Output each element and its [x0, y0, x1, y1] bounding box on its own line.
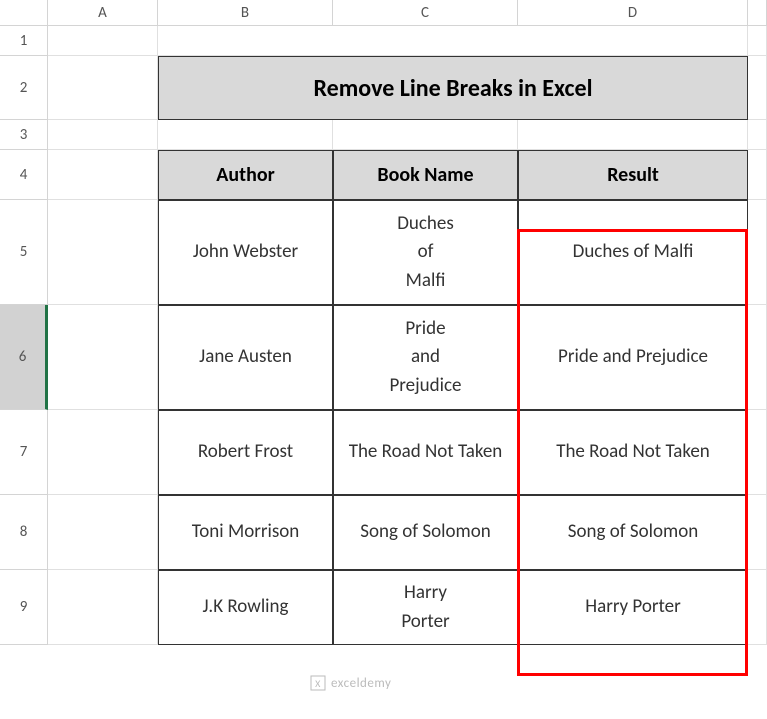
- cell-b1-d1[interactable]: [158, 26, 748, 56]
- cell-e9[interactable]: [748, 570, 767, 645]
- row-header-2[interactable]: 2: [0, 56, 48, 120]
- cell-d7-result[interactable]: The Road Not Taken: [518, 410, 748, 495]
- spreadsheet-grid: A B C D 1 2 Remove Line Breaks in Excel …: [0, 0, 767, 645]
- cell-d6-result[interactable]: Pride and Prejudice: [518, 305, 748, 410]
- watermark-icon: X: [310, 675, 326, 691]
- cell-a1[interactable]: [48, 26, 158, 56]
- cell-b7-author[interactable]: Robert Frost: [158, 410, 333, 495]
- cell-c6-bookname[interactable]: Pride and Prejudice: [333, 305, 518, 410]
- row-header-7[interactable]: 7: [0, 410, 48, 495]
- row-header-3[interactable]: 3: [0, 120, 48, 150]
- cell-e2[interactable]: [748, 56, 767, 120]
- cell-e8[interactable]: [748, 495, 767, 570]
- header-author[interactable]: Author: [158, 150, 333, 200]
- cell-b8-author[interactable]: Toni Morrison: [158, 495, 333, 570]
- cell-e4[interactable]: [748, 150, 767, 200]
- cell-b5-author[interactable]: John Webster: [158, 200, 333, 305]
- cell-c3[interactable]: [333, 120, 518, 150]
- cell-a6[interactable]: [48, 305, 158, 410]
- cell-b9-author[interactable]: J.K Rowling: [158, 570, 333, 645]
- cell-a5[interactable]: [48, 200, 158, 305]
- cell-d9-result[interactable]: Harry Porter: [518, 570, 748, 645]
- cell-c5-bookname[interactable]: Duches of Malfi: [333, 200, 518, 305]
- cell-a7[interactable]: [48, 410, 158, 495]
- cell-b6-author[interactable]: Jane Austen: [158, 305, 333, 410]
- cell-e5[interactable]: [748, 200, 767, 305]
- cell-b3[interactable]: [158, 120, 333, 150]
- cell-a8[interactable]: [48, 495, 158, 570]
- row-header-6[interactable]: 6: [0, 305, 48, 410]
- cell-a2[interactable]: [48, 56, 158, 120]
- col-header-a[interactable]: A: [48, 0, 158, 26]
- cell-c9-bookname[interactable]: Harry Porter: [333, 570, 518, 645]
- title-cell[interactable]: Remove Line Breaks in Excel: [158, 56, 748, 120]
- cell-a9[interactable]: [48, 570, 158, 645]
- col-header-spacer: [748, 0, 767, 26]
- col-header-c[interactable]: C: [333, 0, 518, 26]
- select-all-corner[interactable]: [0, 0, 48, 26]
- row-header-9[interactable]: 9: [0, 570, 48, 645]
- col-header-b[interactable]: B: [158, 0, 333, 26]
- cell-e7[interactable]: [748, 410, 767, 495]
- cell-e6[interactable]: [748, 305, 767, 410]
- header-book-name[interactable]: Book Name: [333, 150, 518, 200]
- row-header-8[interactable]: 8: [0, 495, 48, 570]
- watermark-text: exceldemy: [331, 676, 391, 691]
- col-header-d[interactable]: D: [518, 0, 748, 26]
- row-header-4[interactable]: 4: [0, 150, 48, 200]
- cell-c7-bookname[interactable]: The Road Not Taken: [333, 410, 518, 495]
- cell-d8-result[interactable]: Song of Solomon: [518, 495, 748, 570]
- cell-d5-result[interactable]: Duches of Malfi: [518, 200, 748, 305]
- watermark: X exceldemy: [310, 675, 391, 691]
- cell-e1[interactable]: [748, 26, 767, 56]
- row-header-5[interactable]: 5: [0, 200, 48, 305]
- cell-a3[interactable]: [48, 120, 158, 150]
- cell-c8-bookname[interactable]: Song of Solomon: [333, 495, 518, 570]
- svg-text:X: X: [315, 677, 321, 690]
- header-result[interactable]: Result: [518, 150, 748, 200]
- cell-a4[interactable]: [48, 150, 158, 200]
- row-header-1[interactable]: 1: [0, 26, 48, 56]
- cell-e3[interactable]: [748, 120, 767, 150]
- cell-d3[interactable]: [518, 120, 748, 150]
